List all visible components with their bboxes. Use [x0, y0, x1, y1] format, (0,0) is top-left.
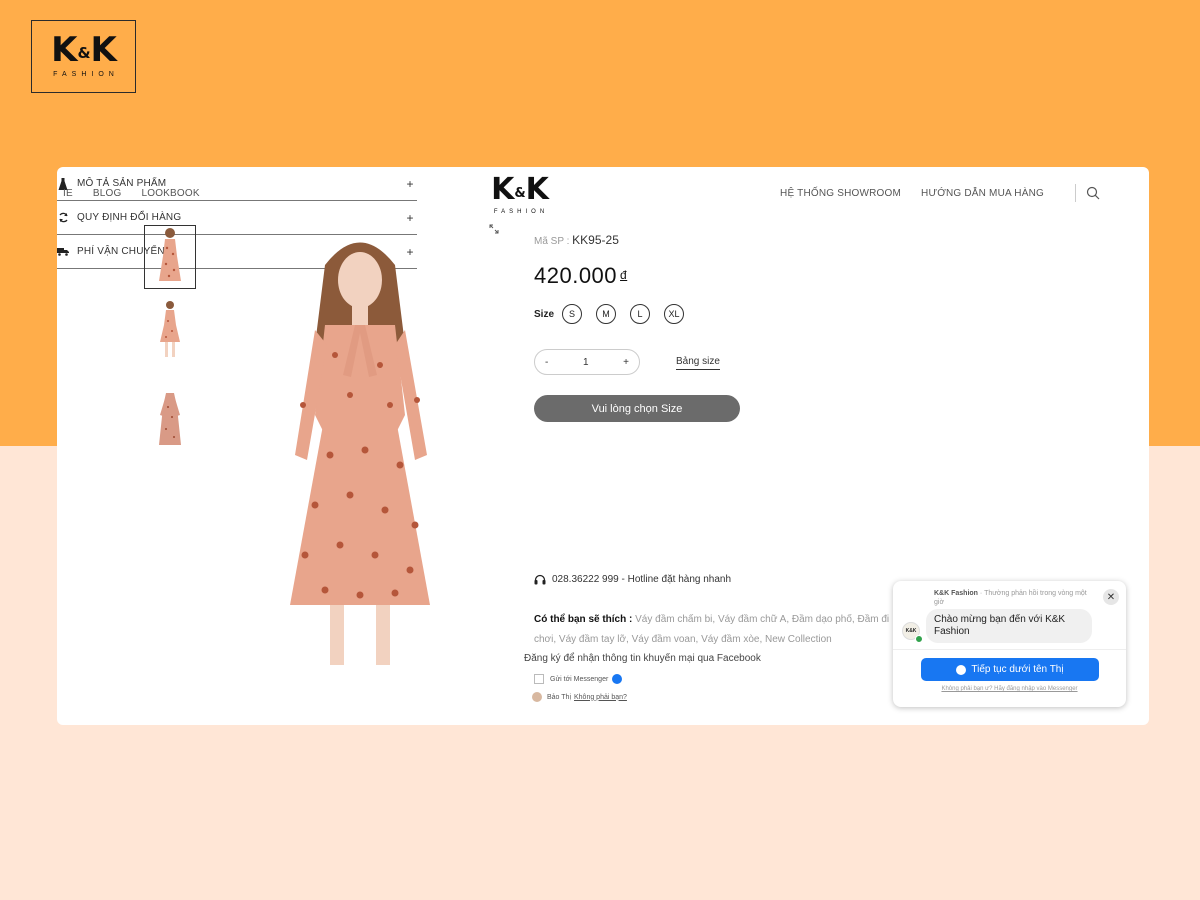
size-option-m[interactable]: M	[596, 304, 617, 324]
accordion-label: QUY ĐỊNH ĐỔI HÀNG	[77, 212, 182, 223]
suggestions-label: Có thể bạn sẽ thích :	[534, 614, 633, 625]
messenger-chat-widget: K&K Fashion · Thường phản hồi trong vòng…	[893, 581, 1126, 707]
chat-header: K&K Fashion · Thường phản hồi trong vòng…	[934, 590, 1087, 606]
search-icon[interactable]	[1086, 186, 1100, 200]
hotline[interactable]: 028.36222 999 - Hotline đặt hàng nhanh	[534, 574, 731, 585]
price-value: 420.000	[534, 263, 618, 288]
thumbnail-dress-image	[159, 228, 181, 281]
quantity-stepper: - 1 +	[534, 349, 640, 375]
avatar	[532, 692, 542, 702]
size-option-s[interactable]: S	[562, 304, 583, 324]
size-option-xl[interactable]: XL	[664, 304, 685, 324]
size-selector: Size S M L XL	[534, 304, 698, 324]
nav-right: HỆ THỐNG SHOWROOM HƯỚNG DẪN MUA HÀNG	[780, 188, 1044, 199]
size-option-l[interactable]: L	[630, 304, 651, 324]
nav-left: IE BLOG LOOKBOOK	[63, 188, 200, 199]
brand-logo: K&K FASHION	[31, 20, 136, 93]
price-currency: đ	[620, 268, 628, 282]
chat-login-link[interactable]: Không phải bạn ư? Hãy đăng nhập vào Mess…	[893, 686, 1126, 692]
continue-as-label: Tiếp tục dưới tên Thị	[971, 664, 1064, 675]
product-price: 420.000 đ	[534, 263, 627, 289]
sku-value: KK95-25	[572, 233, 619, 247]
nav-item-blog[interactable]: BLOG	[93, 188, 122, 199]
thumbnail-flat-image	[159, 393, 181, 445]
facebook-signup-note: Đăng ký để nhận thông tin khuyến mại qua…	[524, 653, 761, 664]
suggestions: Có thể bạn sẽ thích : Váy đầm chấm bi, V…	[534, 610, 914, 650]
product-sku: Mã SP : KK95-25	[534, 233, 619, 247]
qty-increase-button[interactable]: +	[623, 357, 629, 368]
refresh-icon	[57, 212, 69, 223]
nav-item-home[interactable]: IE	[63, 188, 73, 199]
messenger-icon	[956, 664, 967, 675]
nav-item-guide[interactable]: HƯỚNG DẪN MUA HÀNG	[921, 188, 1044, 199]
nav-item-showroom[interactable]: HỆ THỐNG SHOWROOM	[780, 188, 901, 199]
continue-as-button[interactable]: Tiếp tục dưới tên Thị	[921, 658, 1099, 681]
site-logo-mark: K&K	[491, 172, 549, 207]
site-logo[interactable]: K&K FASHION	[487, 172, 552, 216]
chat-divider	[893, 649, 1126, 650]
chat-page-name: K&K Fashion	[934, 590, 978, 597]
send-to-messenger: Gửi tới Messenger	[534, 674, 623, 684]
qty-value[interactable]: 1	[583, 357, 589, 368]
plus-icon: +	[406, 176, 414, 191]
close-button[interactable]: ✕	[1103, 589, 1119, 605]
nav-divider	[1075, 184, 1076, 202]
thumbnail-model-image	[160, 301, 180, 357]
not-you-link[interactable]: Không phải bạn?	[574, 694, 627, 701]
headphones-icon	[534, 574, 546, 585]
messenger-user-row: Bảo Thị Không phải bạn?	[532, 692, 627, 702]
sku-label: Mã SP :	[534, 236, 570, 247]
messenger-icon	[612, 674, 623, 684]
brand-logo-tagline: FASHION	[53, 71, 119, 78]
hotline-text: 028.36222 999 - Hotline đặt hàng nhanh	[552, 574, 732, 585]
size-chart-link[interactable]: Bảng size	[676, 356, 720, 370]
thumbnail-1[interactable]	[144, 225, 196, 289]
send-to-messenger-checkbox[interactable]	[534, 674, 544, 684]
size-label: Size	[534, 308, 555, 320]
send-to-messenger-label: Gửi tới Messenger	[550, 675, 609, 683]
expand-icon[interactable]	[489, 224, 499, 234]
site-logo-tagline: FASHION	[493, 209, 549, 215]
thumbnail-2[interactable]	[144, 297, 196, 361]
truck-icon	[57, 247, 69, 256]
brand-logo-mark: K&K	[51, 30, 117, 70]
nav-item-lookbook[interactable]: LOOKBOOK	[141, 188, 199, 199]
qty-decrease-button[interactable]: -	[545, 357, 548, 368]
plus-icon: +	[406, 210, 414, 225]
user-name: Bảo Thị	[547, 693, 571, 701]
select-size-button[interactable]: Vui lòng chọn Size	[534, 395, 740, 422]
chat-message-bubble: Chào mừng bạn đến với K&K Fashion	[926, 609, 1092, 643]
product-main-image	[290, 242, 430, 665]
online-indicator	[915, 635, 923, 643]
thumbnail-3[interactable]	[144, 387, 196, 451]
